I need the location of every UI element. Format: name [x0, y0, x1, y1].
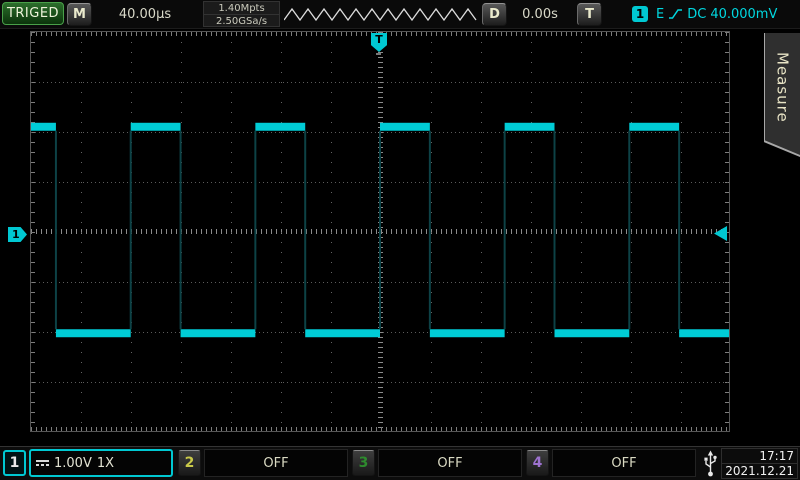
oscilloscope-screen: TRIGED M 40.00µs 1.40Mpts 2.50GSa/s D 0.…: [0, 0, 800, 480]
channel1-scale-label: 1.00V: [54, 456, 92, 471]
time-label: 17:17: [722, 449, 797, 464]
trigger-position-readout: 0.00s: [508, 0, 572, 28]
channel2-badge[interactable]: 2: [178, 450, 201, 476]
channel2-info-box[interactable]: OFF: [204, 449, 348, 477]
channel3-status-label: OFF: [437, 456, 462, 471]
memory-depth-readout: 1.40Mpts: [204, 2, 279, 15]
channel1-badge[interactable]: 1: [3, 450, 26, 476]
channel4-status-label: OFF: [611, 456, 636, 471]
usb-icon: [703, 450, 718, 478]
trigger-channel-badge[interactable]: 1: [632, 6, 648, 22]
acquisition-panel: 1.40Mpts 2.50GSa/s: [203, 1, 280, 27]
trigger-coupling-label: DC: [687, 7, 706, 22]
channel1-probe-label: 1X: [97, 456, 114, 471]
rising-edge-icon: [668, 7, 683, 21]
channel4-info-box[interactable]: OFF: [552, 449, 696, 477]
channel2-status-label: OFF: [263, 456, 288, 471]
waveform-preview: [284, 3, 480, 25]
trigger-status-badge: TRIGED: [2, 2, 64, 25]
channel3-badge[interactable]: 3: [352, 450, 375, 476]
measure-tab-label: Measure: [774, 52, 792, 137]
channel1-ground-marker[interactable]: 1: [8, 227, 27, 242]
trigger-level-label: 40.000mV: [710, 7, 777, 22]
delay-button[interactable]: D: [482, 3, 507, 26]
channel1-info-box[interactable]: 1.00V 1X: [29, 449, 173, 477]
graticule: [30, 31, 730, 432]
clock-panel: 17:17 2021.12.21: [721, 448, 798, 479]
trigger-position-stem: [376, 53, 381, 55]
date-label: 2021.12.21: [722, 464, 797, 478]
trigger-settings-readout: E DC 40.000mV: [656, 0, 777, 28]
waveform-preview-line: [284, 9, 476, 20]
top-status-bar: TRIGED M 40.00µs 1.40Mpts 2.50GSa/s D 0.…: [0, 0, 800, 29]
dc-coupling-icon: [36, 460, 49, 466]
bottom-channel-bar: 1 1.00V 1X 2 OFF 3 OFF 4 OFF: [0, 446, 800, 480]
usb-status: [699, 449, 721, 478]
waveform-ch1: [31, 32, 729, 431]
menu-button[interactable]: M: [67, 3, 92, 26]
trigger-button[interactable]: T: [577, 3, 602, 26]
channel3-info-box[interactable]: OFF: [378, 449, 522, 477]
trigger-type-label: E: [656, 7, 664, 22]
channel4-badge[interactable]: 4: [526, 450, 549, 476]
timebase-readout: 40.00µs: [100, 0, 190, 28]
sample-rate-readout: 2.50GSa/s: [204, 15, 279, 27]
measure-tab[interactable]: Measure: [764, 33, 800, 157]
